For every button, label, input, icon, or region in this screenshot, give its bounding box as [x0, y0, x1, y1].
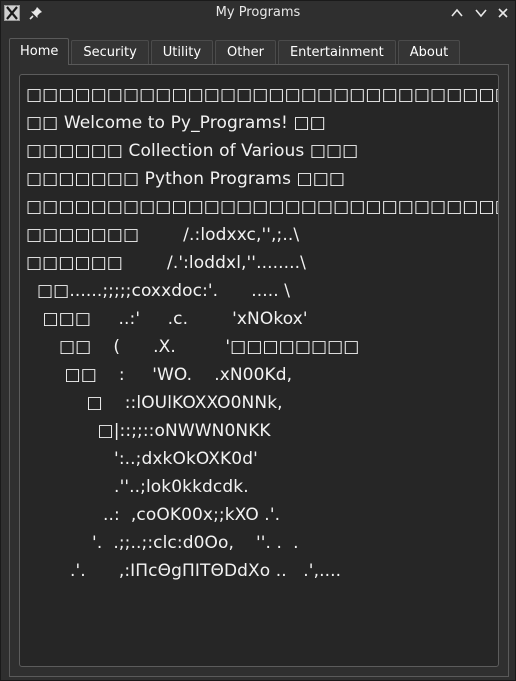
text-line: ..: ,coOK00x;;kXO .'.	[26, 505, 281, 525]
title-bar[interactable]: My Programs	[1, 1, 515, 25]
text-line: □□□□□□□ /.:lodxxc,'',;..\	[26, 225, 300, 245]
text-line: □□□□□□□ Python Programs □□□	[26, 169, 346, 189]
welcome-text-lines: □□□□□□□□□□□□□□□□□□□□□□□□□□□□□□□□□□□□□ □□□…	[26, 81, 498, 585]
text-line: .''..;lok0kkdcdk.	[26, 477, 249, 497]
window-title: My Programs	[215, 5, 301, 20]
text-line: .'. ,:IΠcΘgΠITΘDdXo .. .',....	[26, 561, 342, 581]
text-line: □□□□□□□□□□□□□□□□□□□□□□□□□□□□□□□□□□□□□□□□…	[26, 85, 498, 105]
tab-bar: Home Security Utility Other Entertainmen…	[9, 38, 462, 65]
tab-about[interactable]: About	[397, 40, 461, 64]
tab-entertainment[interactable]: Entertainment	[277, 40, 396, 64]
text-line: '. .;;..;:clc:d0Oo, ''. . .	[26, 533, 299, 553]
text-line: □□□□□□ /.':loddxl,''........\	[26, 253, 306, 273]
text-line: □□......;;;;;coxxdoc:'. ..... \	[26, 281, 291, 301]
pin-icon[interactable]	[27, 4, 45, 22]
text-line: □□□□□□□□□□□□□□□□□□□□□□□□□□□□□□□□□□□□□	[26, 197, 498, 217]
close-icon[interactable]	[493, 3, 513, 23]
text-line: □□□□□□ Collection of Various □□□	[26, 141, 359, 161]
tab-utility[interactable]: Utility	[150, 40, 214, 64]
x-app-icon	[3, 4, 21, 22]
tab-security[interactable]: Security	[71, 40, 149, 64]
text-line: ':..;dxkOkOXK0d'	[26, 449, 258, 469]
welcome-text-area[interactable]: □□□□□□□□□□□□□□□□□□□□□□□□□□□□□□□□□□□□□ □□□…	[19, 74, 499, 667]
tab-other[interactable]: Other	[215, 40, 276, 64]
text-line: □□ : 'WO. .xN00Kd,	[26, 365, 293, 385]
text-line: □□ Welcome to Py_Programs! □□	[26, 113, 326, 133]
text-line: □|::;;::oNWWN0NKK	[26, 421, 271, 441]
main-window: My Programs Home Security Utility Other …	[0, 0, 516, 681]
chevron-down-icon[interactable]	[471, 3, 491, 23]
text-line: □□□ ..:' .c. 'xNOkox'	[26, 309, 308, 329]
tab-home[interactable]: Home	[9, 38, 70, 65]
text-line: □□ ( .X. '□□□□□□□□	[26, 337, 360, 357]
text-line: □ ::lOUlKOXXO0NNk,	[26, 393, 283, 413]
chevron-up-icon[interactable]	[447, 3, 467, 23]
home-tab-pane: □□□□□□□□□□□□□□□□□□□□□□□□□□□□□□□□□□□□□ □□□…	[9, 64, 509, 677]
